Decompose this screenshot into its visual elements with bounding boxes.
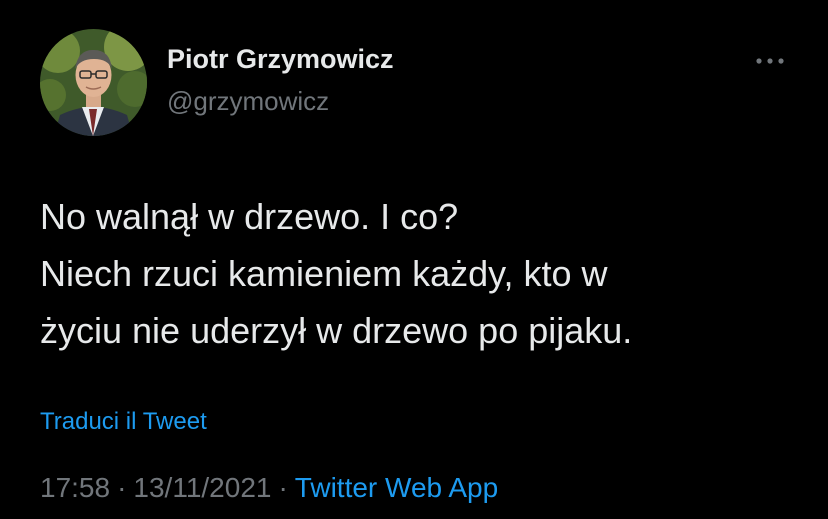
avatar-image [40, 29, 147, 136]
tweet-source-link[interactable]: Twitter Web App [295, 472, 498, 503]
tweet-date[interactable]: 13/11/2021 [133, 472, 271, 503]
tweet-metadata: 17:58 · 13/11/2021 · Twitter Web App [40, 472, 498, 504]
more-horizontal-icon [756, 58, 784, 64]
tweet-line: No walnął w drzewo. I co? [40, 196, 459, 237]
author-handle[interactable]: @grzymowicz [167, 86, 329, 117]
separator: · [278, 472, 288, 503]
tweet-line: życiu nie uderzył w drzewo po pijaku. [40, 310, 633, 351]
separator: · [117, 472, 127, 503]
more-options-button[interactable] [752, 47, 788, 75]
tweet-line: Niech rzuci kamieniem każdy, kto w [40, 253, 608, 294]
tweet-time[interactable]: 17:58 [40, 472, 110, 503]
author-name[interactable]: Piotr Grzymowicz [167, 44, 394, 75]
tweet-text: No walnął w drzewo. I co? Niech rzuci ka… [40, 188, 800, 359]
translate-tweet-link[interactable]: Traduci il Tweet [40, 408, 207, 436]
avatar[interactable] [40, 29, 147, 136]
